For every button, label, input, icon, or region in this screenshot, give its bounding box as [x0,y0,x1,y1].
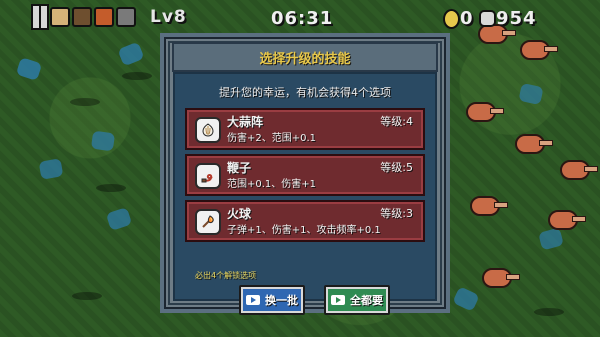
shadow [122,72,152,80]
fireball-icon [195,209,221,235]
garlic-glyph [202,123,214,137]
enemy [515,134,553,154]
skill-description: 范围+0.1、伤害+1 [227,179,317,190]
skill-option-fireball[interactable]: 火球 等级:3 子弹+1、伤害+1、攻击频率+0.1 [185,200,425,242]
game-scene: Lv8 06:31 0 954 选择升级的技能 提升您的幸运，有机会获得4个选项 [0,0,600,337]
skill-name: 鞭子 [227,161,252,175]
shadow [72,292,102,300]
shadow [70,98,100,106]
blue-crystal [15,57,43,81]
kill-count: 954 [496,8,537,29]
fireball-glyph [202,215,214,228]
dialog-panel: 提升您的幸运，有机会获得4个选项 大蒜阵 等级:4 伤害+2、范围+0.1 鞭子… [173,72,437,315]
video-icon [331,295,345,305]
skill-option-whip[interactable]: 鞭子 等级:5 范围+0.1、伤害+1 [185,154,425,196]
dialog-title: 选择升级的技能 [259,51,351,67]
game-timer: 06:31 [271,8,334,29]
whip-glyph [201,173,213,183]
blue-crystal [105,207,133,231]
fireball-icon [94,7,114,27]
blue-crystal [538,227,564,251]
coin-icon [443,9,460,29]
skill-level: 等级:4 [380,115,413,128]
garlic-icon [50,7,70,27]
skill-name: 大蒜阵 [227,115,264,129]
garlic-icon [195,117,221,143]
blue-crystal [117,41,145,67]
dialog-subtitle: 提升您的幸运，有机会获得4个选项 [219,86,391,99]
enemy [466,102,504,122]
whip-icon [72,7,92,27]
hud-top: Lv8 06:31 0 954 [0,0,600,34]
enemy [520,40,558,60]
enemy [548,210,586,230]
refresh-options-label: 换一批 [265,294,298,307]
enemy [482,268,520,288]
shadow [96,184,126,192]
take-all-label: 全都要 [350,294,383,307]
unlock-hint: 必出4个解锁选项 [195,271,257,280]
refresh-options-button[interactable]: 换一批 [239,285,305,315]
blue-crystal [452,286,480,312]
skill-option-garlic[interactable]: 大蒜阵 等级:4 伤害+2、范围+0.1 [185,108,425,150]
dialog-title-bar: 选择升级的技能 [172,42,438,72]
blue-crystal [518,82,544,106]
player-level: Lv8 [150,7,187,27]
equipment-icons [50,7,136,27]
blue-crystal [38,158,64,180]
skill-level: 等级:3 [380,207,413,220]
whip-icon [195,163,221,189]
skull-icon [479,10,496,27]
enemy [560,160,598,180]
enemy [470,196,508,216]
pause-icon[interactable] [39,4,49,30]
gold-count: 0 [460,8,474,29]
skill-level: 等级:5 [380,161,413,174]
skill-name: 火球 [227,207,252,221]
blue-crystal [90,130,116,152]
skill-description: 伤害+2、范围+0.1 [227,133,317,144]
shadow [534,308,564,316]
level-up-dialog: 选择升级的技能 提升您的幸运，有机会获得4个选项 大蒜阵 等级:4 伤害+2、范… [160,33,450,315]
video-icon [246,295,260,305]
skill-description: 子弹+1、伤害+1、攻击频率+0.1 [227,225,381,236]
take-all-button[interactable]: 全都要 [324,285,390,315]
crossed-weapons-icon [116,7,136,27]
